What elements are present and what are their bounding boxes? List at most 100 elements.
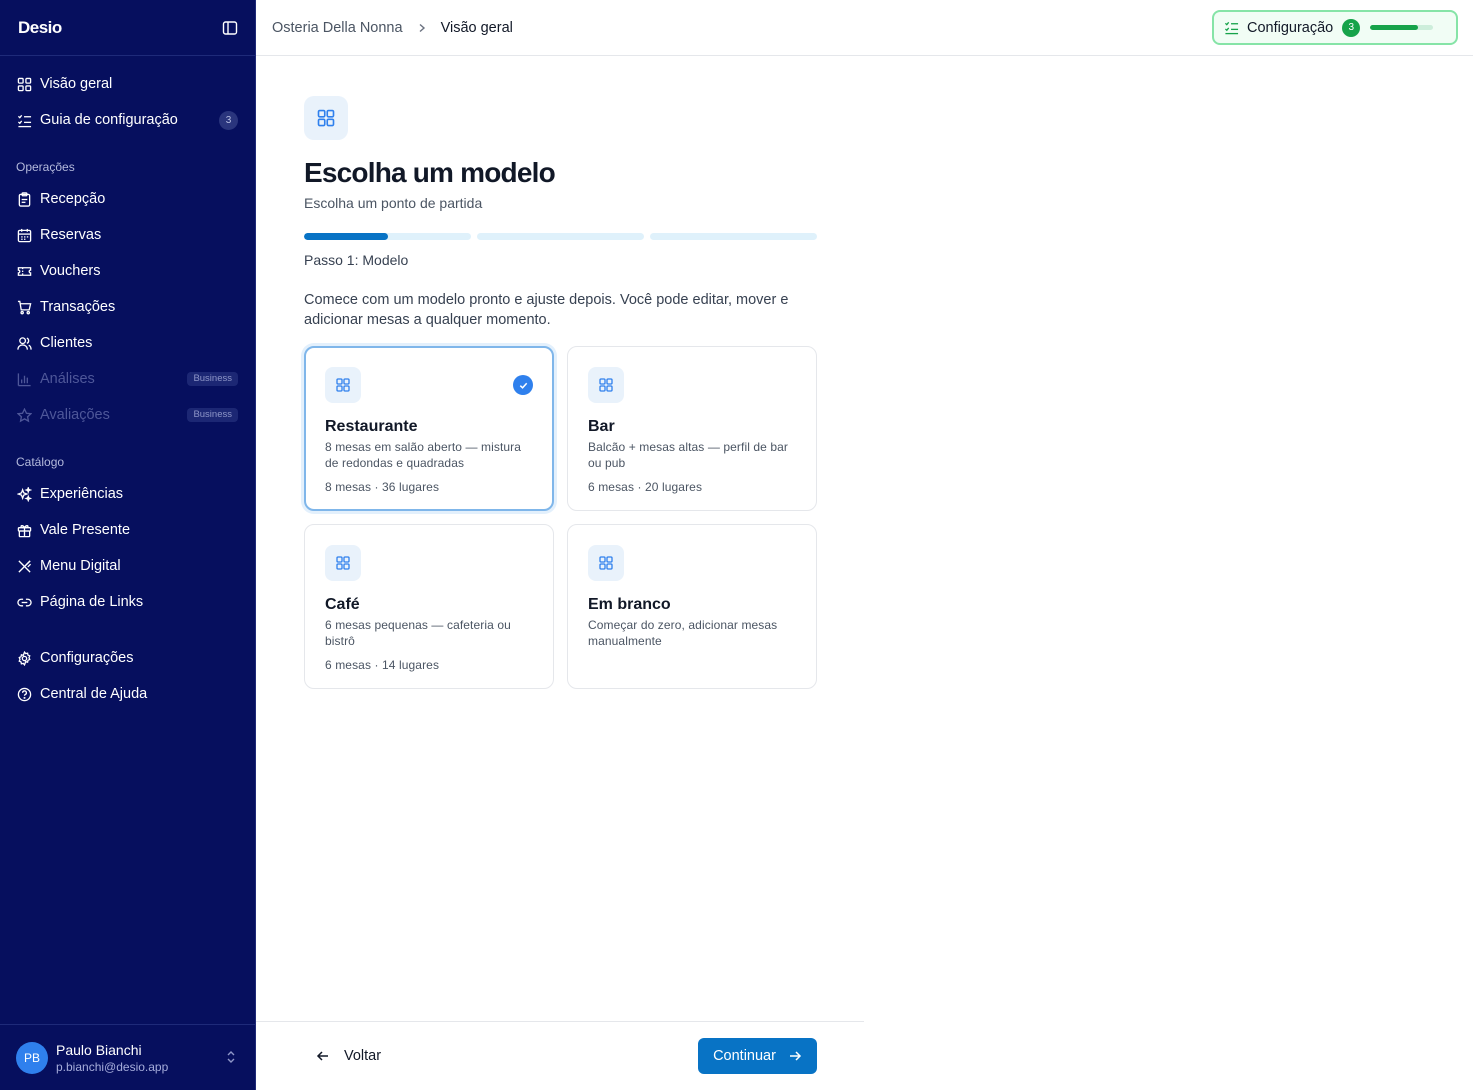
continue-button[interactable]: Continuar bbox=[698, 1038, 817, 1074]
sidebar-item-menu-digital[interactable]: Menu Digital bbox=[0, 548, 255, 584]
sidebar-item-label: Vale Presente bbox=[40, 522, 131, 538]
utensils-icon bbox=[16, 558, 32, 574]
sidebar-item-clientes[interactable]: Clientes bbox=[0, 325, 255, 361]
sidebar-item-recepcao[interactable]: Recepção bbox=[0, 181, 255, 217]
step-label: Passo 1: Modelo bbox=[304, 252, 409, 268]
grid-icon bbox=[16, 76, 32, 92]
breadcrumb-item-current: Visão geral bbox=[440, 19, 513, 36]
sidebar-item-label: Avaliações bbox=[40, 407, 110, 423]
sidebar-item-vouchers[interactable]: Vouchers bbox=[0, 253, 255, 289]
topbar: Osteria Della Nonna Visão geral Configur… bbox=[256, 0, 1473, 56]
step-segment bbox=[304, 233, 471, 240]
layout-grid-icon bbox=[588, 367, 624, 403]
chevron-up-down-icon[interactable] bbox=[225, 1049, 237, 1070]
layout-grid-icon bbox=[325, 367, 361, 403]
gear-icon bbox=[16, 650, 32, 666]
template-card-restaurante[interactable]: Restaurante 8 mesas em salão aberto — mi… bbox=[304, 346, 554, 511]
sidebar-item-label: Clientes bbox=[40, 335, 93, 351]
template-title: Bar bbox=[588, 418, 615, 435]
tier-badge: Business bbox=[187, 408, 238, 422]
template-meta: 6 mesas · 20 lugares bbox=[588, 480, 703, 494]
arrow-right-icon bbox=[788, 1049, 802, 1063]
sidebar-item-avaliacoes[interactable]: Avaliações Business bbox=[0, 397, 255, 433]
sidebar-item-label: Página de Links bbox=[40, 594, 144, 610]
template-wizard: Escolha um modelo Escolha um ponto de pa… bbox=[304, 96, 817, 689]
sidebar-item-experiencias[interactable]: Experiências bbox=[0, 476, 255, 512]
sidebar-item-central-ajuda[interactable]: Central de Ajuda bbox=[0, 676, 255, 712]
template-description: 6 mesas pequenas — cafeteria ou bistrô bbox=[325, 618, 511, 648]
sidebar-item-visao-geral[interactable]: Visão geral bbox=[0, 66, 255, 102]
template-meta: 8 mesas · 36 lugares bbox=[325, 480, 440, 494]
continue-label: Continuar bbox=[713, 1048, 776, 1064]
template-grid: Restaurante 8 mesas em salão aberto — mi… bbox=[304, 346, 817, 689]
setup-progress-bar bbox=[1370, 25, 1434, 30]
link-icon bbox=[16, 594, 32, 610]
layout-grid-icon bbox=[325, 545, 361, 581]
sidebar-item-label: Reservas bbox=[40, 227, 102, 243]
user-name: Paulo Bianchi bbox=[56, 1041, 142, 1058]
sidebar-item-label: Guia de configuração bbox=[40, 112, 178, 128]
back-button[interactable]: Voltar bbox=[316, 1042, 381, 1070]
sidebar-item-label: Experiências bbox=[40, 486, 124, 502]
user-menu[interactable]: PB Paulo Bianchi p.bianchi@desio.app bbox=[0, 1024, 255, 1090]
cart-icon bbox=[16, 299, 32, 315]
sidebar-nav: Visão geral Guia de configuração 3 Opera… bbox=[0, 56, 255, 712]
sidebar-toggle-icon[interactable] bbox=[221, 19, 239, 37]
back-label: Voltar bbox=[344, 1048, 382, 1064]
sidebar-item-analises[interactable]: Análises Business bbox=[0, 361, 255, 397]
checklist-icon bbox=[16, 112, 32, 128]
bar-chart-icon bbox=[16, 371, 32, 387]
template-title: Restaurante bbox=[325, 418, 418, 435]
step-segment bbox=[650, 233, 817, 240]
sidebar-item-label: Transações bbox=[40, 299, 116, 315]
setup-count-badge: 3 bbox=[1342, 18, 1361, 37]
template-title: Em branco bbox=[588, 596, 671, 613]
template-card-bar[interactable]: Bar Balcão + mesas altas — perfil de bar… bbox=[567, 346, 817, 511]
user-email: p.bianchi@desio.app bbox=[56, 1059, 169, 1074]
page-subtitle: Escolha um ponto de partida bbox=[304, 195, 483, 211]
sidebar: Desio Visão geral Guia de configuração 3… bbox=[0, 0, 256, 1090]
layout-grid-icon bbox=[588, 545, 624, 581]
help-circle-icon bbox=[16, 686, 32, 702]
checklist-icon bbox=[1224, 20, 1239, 35]
template-card-cafe[interactable]: Café 6 mesas pequenas — cafeteria ou bis… bbox=[304, 524, 554, 689]
sidebar-item-transacoes[interactable]: Transações bbox=[0, 289, 255, 325]
clipboard-icon bbox=[16, 191, 32, 207]
breadcrumb-item-restaurant[interactable]: Osteria Della Nonna bbox=[272, 20, 403, 36]
template-card-em-branco[interactable]: Em branco Começar do zero, adicionar mes… bbox=[567, 524, 817, 689]
sidebar-item-label: Recepção bbox=[40, 191, 106, 207]
footer-divider bbox=[256, 1021, 864, 1022]
template-description: Começar do zero, adicionar mesas manualm… bbox=[588, 618, 778, 648]
count-badge: 3 bbox=[219, 111, 238, 130]
sidebar-item-reservas[interactable]: Reservas bbox=[0, 217, 255, 253]
sidebar-item-vale-presente[interactable]: Vale Presente bbox=[0, 512, 255, 548]
sparkles-icon bbox=[16, 486, 32, 502]
step-segment-fill bbox=[304, 233, 388, 240]
template-description: Balcão + mesas altas — perfil de bar ou … bbox=[588, 440, 789, 470]
template-description: 8 mesas em salão aberto — mistura de red… bbox=[325, 440, 522, 470]
sidebar-item-label: Central de Ajuda bbox=[40, 686, 148, 702]
sidebar-item-pagina-links[interactable]: Página de Links bbox=[0, 584, 255, 620]
users-icon bbox=[16, 335, 32, 351]
setup-progress-fill bbox=[1370, 25, 1418, 30]
step-progress bbox=[304, 233, 817, 240]
tier-badge: Business bbox=[187, 372, 238, 386]
setup-progress-button[interactable]: Configuração 3 bbox=[1212, 10, 1458, 45]
sidebar-item-label: Configurações bbox=[40, 650, 134, 666]
page-title: Escolha um modelo bbox=[304, 157, 556, 188]
sidebar-item-configuracoes[interactable]: Configurações bbox=[0, 640, 255, 676]
star-icon bbox=[16, 407, 32, 423]
sidebar-item-label: Vouchers bbox=[40, 263, 101, 279]
breadcrumb: Osteria Della Nonna Visão geral bbox=[272, 20, 513, 36]
sidebar-item-guia-configuracao[interactable]: Guia de configuração 3 bbox=[0, 102, 255, 138]
setup-label: Configuração bbox=[1247, 19, 1334, 36]
layout-grid-icon bbox=[304, 96, 348, 140]
sidebar-item-label: Análises bbox=[40, 371, 95, 387]
template-meta: 6 mesas · 14 lugares bbox=[325, 658, 440, 672]
sidebar-item-label: Menu Digital bbox=[40, 558, 121, 574]
intro-text: Comece com um modelo pronto e ajuste dep… bbox=[304, 292, 789, 328]
avatar: PB bbox=[16, 1041, 48, 1074]
template-title: Café bbox=[325, 596, 360, 613]
sidebar-header: Desio bbox=[0, 0, 255, 56]
app-logo[interactable]: Desio bbox=[18, 18, 62, 38]
